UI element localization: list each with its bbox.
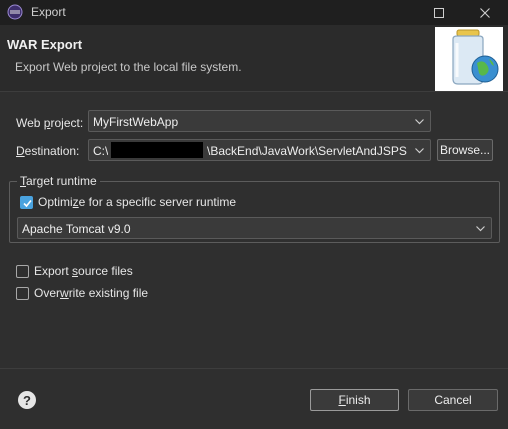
- checkmark-icon: [23, 199, 32, 207]
- chevron-down-icon: [415, 148, 424, 154]
- wizard-content: Web project: MyFirstWebApp Destination: …: [0, 93, 508, 363]
- wizard-description: Export Web project to the local file sys…: [15, 60, 242, 74]
- redacted-path-segment: [111, 142, 203, 158]
- export-source-checkbox[interactable]: [16, 264, 29, 278]
- close-icon: [480, 7, 490, 18]
- optimize-runtime-label: Optimize for a specific server runtime: [38, 195, 237, 209]
- eclipse-app-icon: [7, 4, 23, 20]
- browse-button[interactable]: Browse...: [437, 139, 493, 161]
- wizard-title: WAR Export: [7, 37, 83, 52]
- chevron-down-icon: [476, 226, 485, 232]
- optimize-runtime-checkbox[interactable]: [20, 195, 33, 209]
- banner-image: [435, 27, 503, 91]
- server-runtime-value: Apache Tomcat v9.0: [22, 222, 131, 236]
- cancel-button-label: Cancel: [434, 393, 472, 407]
- overwrite-label: Overwrite existing file: [34, 286, 149, 300]
- destination-combo[interactable]: C:\ \BackEnd\JavaWork\ServletAndJSPS: [88, 139, 431, 161]
- optimize-runtime-checkbox-row[interactable]: Optimize for a specific server runtime: [20, 195, 236, 209]
- target-runtime-group-label: Target runtime: [17, 174, 100, 188]
- wizard-footer: ? Finish Cancel: [0, 368, 508, 429]
- window-titlebar[interactable]: Export: [0, 0, 508, 25]
- help-icon[interactable]: ?: [18, 391, 36, 409]
- maximize-icon: [434, 7, 444, 18]
- destination-prefix: C:\: [93, 144, 109, 158]
- overwrite-checkbox[interactable]: [16, 286, 29, 300]
- overwrite-checkbox-row[interactable]: Overwrite existing file: [16, 286, 148, 300]
- chevron-down-icon: [415, 119, 424, 125]
- export-source-label: Export source files: [34, 264, 133, 278]
- export-source-checkbox-row[interactable]: Export source files: [16, 264, 133, 278]
- web-project-combo[interactable]: MyFirstWebApp: [88, 110, 431, 132]
- war-jar-globe-icon: [452, 29, 499, 85]
- close-button[interactable]: [462, 0, 508, 25]
- wizard-banner: WAR Export Export Web project to the loc…: [0, 25, 508, 92]
- server-runtime-combo[interactable]: Apache Tomcat v9.0: [17, 217, 492, 239]
- web-project-value: MyFirstWebApp: [93, 115, 179, 129]
- destination-suffix: \BackEnd\JavaWork\ServletAndJSPS: [207, 144, 407, 158]
- browse-button-label: Browse...: [439, 143, 490, 157]
- web-project-label: Web project:: [16, 116, 84, 130]
- maximize-button[interactable]: [416, 0, 462, 25]
- finish-button[interactable]: Finish: [310, 389, 399, 411]
- window-title: Export: [31, 5, 66, 19]
- destination-label: Destination:: [16, 144, 80, 158]
- finish-button-label: Finish: [338, 393, 371, 407]
- cancel-button[interactable]: Cancel: [408, 389, 498, 411]
